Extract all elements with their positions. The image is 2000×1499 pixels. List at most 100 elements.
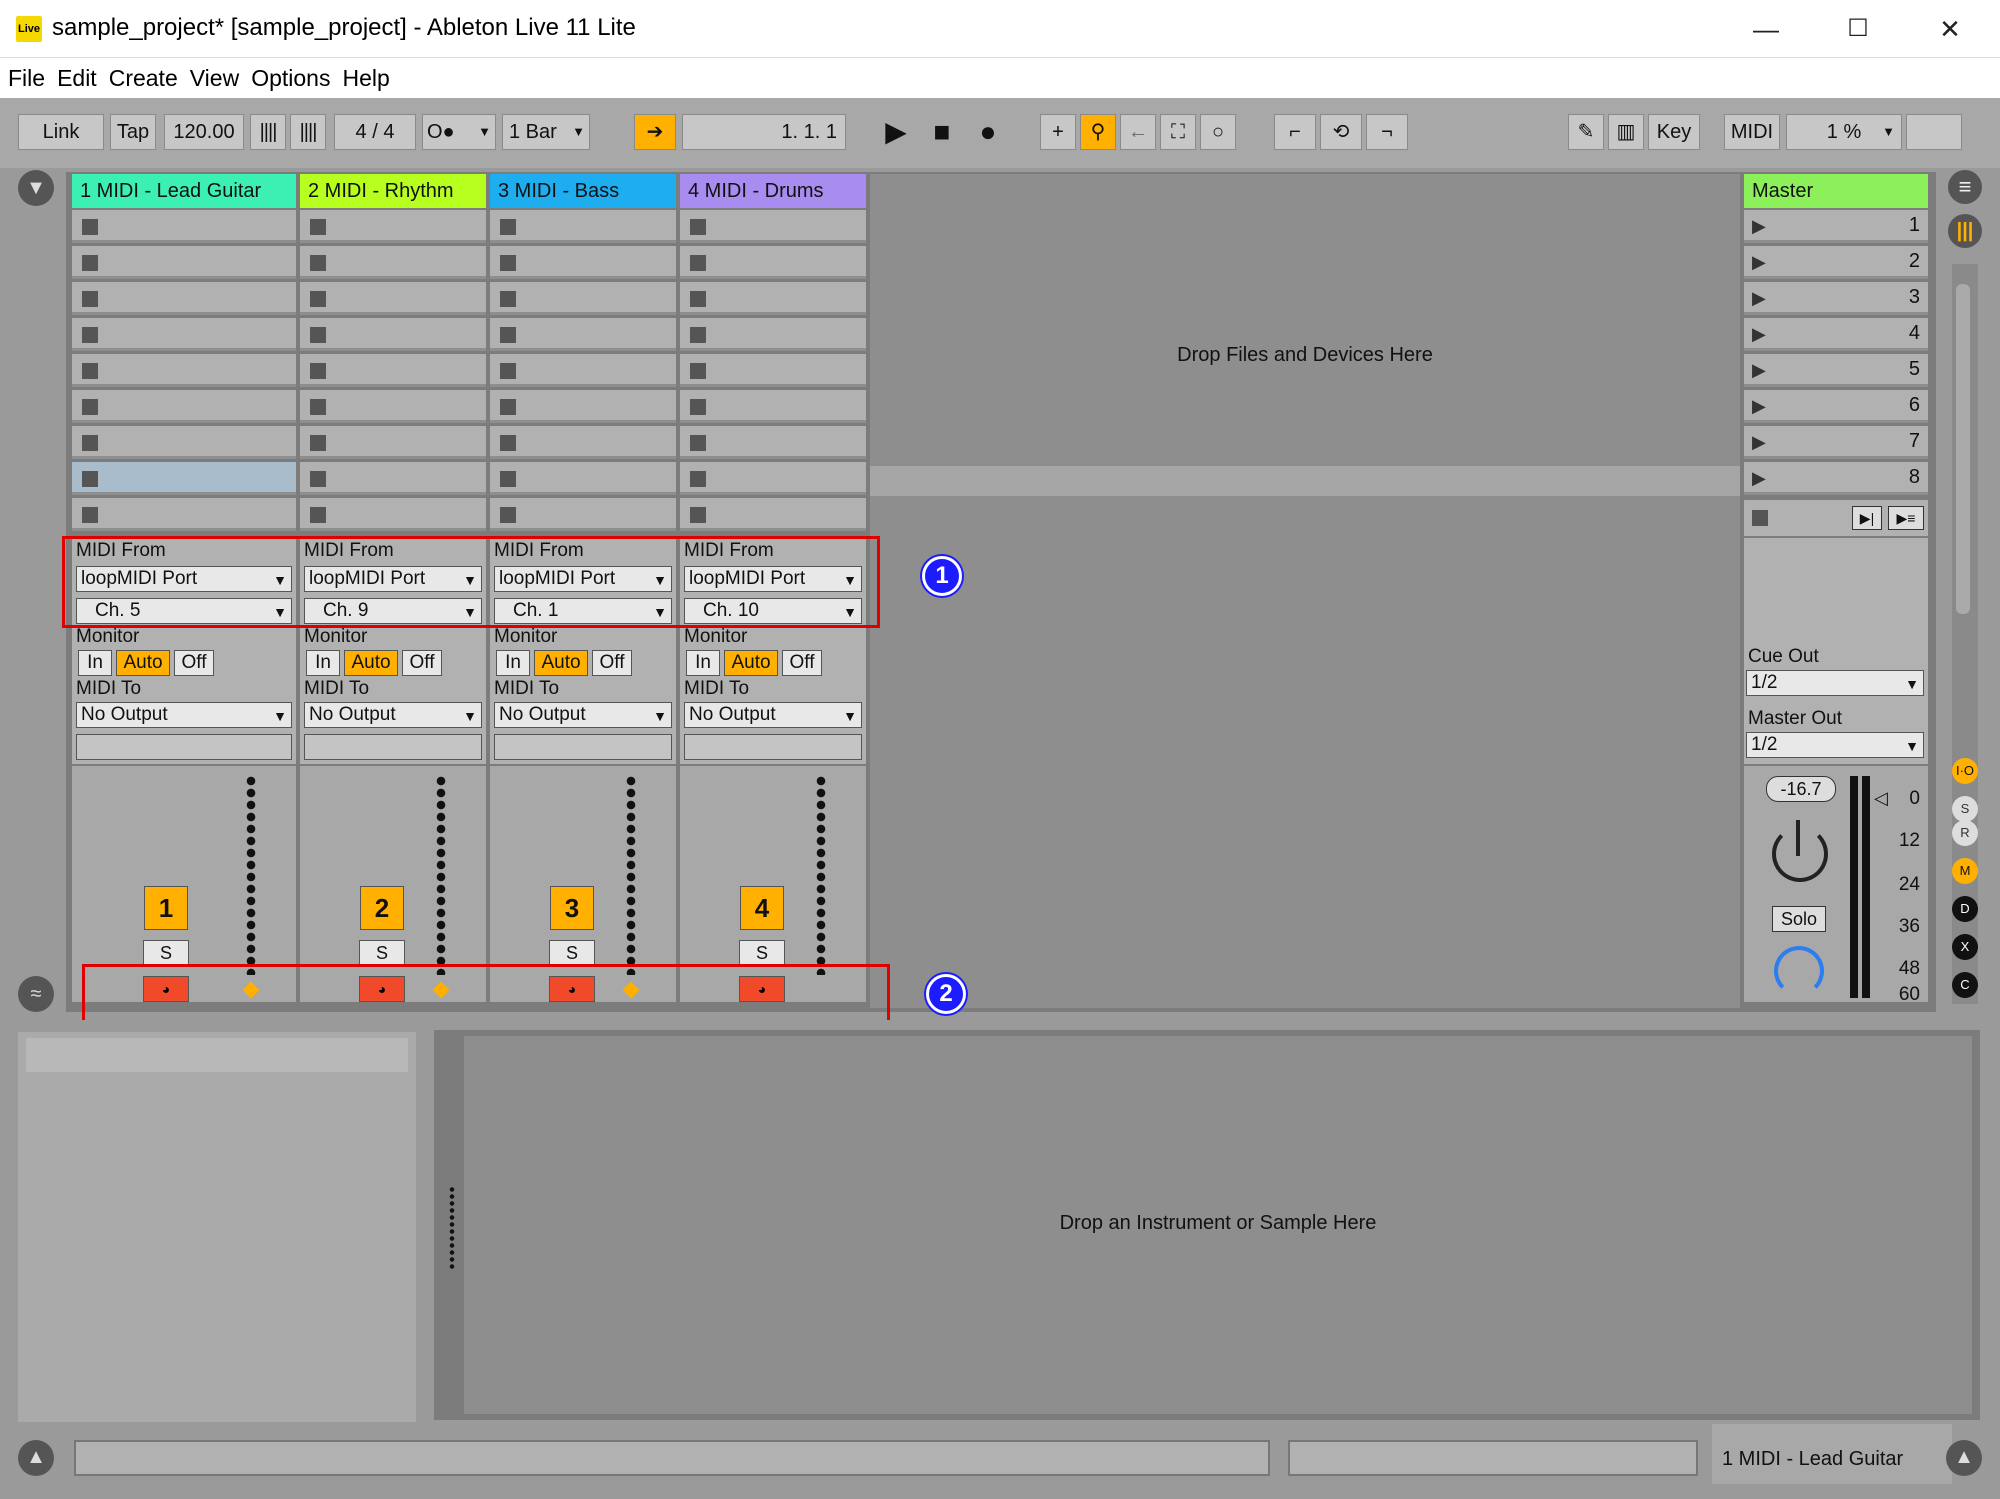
clip-stop-icon[interactable] (82, 219, 98, 235)
scene-play-icon[interactable]: ▶ (1752, 252, 1766, 273)
clip-stop-icon[interactable] (690, 255, 706, 271)
master-solo-button[interactable]: Solo (1772, 906, 1826, 932)
clip-slot[interactable] (72, 282, 296, 315)
minimize-button[interactable]: — (1736, 10, 1796, 48)
clip-slot[interactable] (300, 282, 486, 315)
clip-stop-icon[interactable] (690, 363, 706, 379)
master-pan-knob-icon[interactable] (1772, 826, 1828, 882)
scene-row[interactable]: ▶ 2 (1744, 246, 1928, 279)
track-activator-button[interactable]: 4 (740, 886, 784, 930)
clip-stop-icon[interactable] (690, 327, 706, 343)
scene-play-icon[interactable]: ▶ (1752, 216, 1766, 237)
clip-stop-icon[interactable] (500, 435, 516, 451)
monitor-off-button[interactable]: Off (592, 650, 632, 676)
stop-all-clips-icon[interactable] (1752, 510, 1768, 526)
clip-slot[interactable] (72, 210, 296, 243)
follow-icon[interactable]: ➔ (634, 114, 676, 150)
clip-slot[interactable] (680, 210, 866, 243)
clip-slot[interactable] (300, 210, 486, 243)
scene-list-icon[interactable]: ▶≡ (1888, 506, 1924, 530)
session-view-toggle-icon[interactable]: ▼ (18, 170, 54, 206)
clip-stop-icon[interactable] (310, 327, 326, 343)
overdub-icon[interactable]: + (1040, 114, 1076, 150)
clip-slot[interactable] (300, 426, 486, 459)
mixer-section-toggle-icon[interactable]: M (1952, 858, 1978, 884)
clip-slot[interactable] (490, 318, 676, 351)
scene-row[interactable]: ▶ 7 (1744, 426, 1928, 459)
output-channel-dropdown[interactable] (684, 734, 862, 760)
mixer-section-toggle-icon[interactable]: C (1952, 972, 1978, 998)
track-activator-button[interactable]: 2 (360, 886, 404, 930)
clip-slot[interactable] (490, 246, 676, 279)
menu-help[interactable]: Help (342, 65, 389, 92)
monitor-in-button[interactable]: In (78, 650, 112, 676)
session-drop-area[interactable]: Drop Files and Devices Here (870, 174, 1740, 1008)
master-volume-field[interactable]: -16.7 (1766, 776, 1836, 802)
cue-volume-knob-icon[interactable] (1774, 946, 1824, 996)
clip-stop-icon[interactable] (82, 255, 98, 271)
monitor-auto-button[interactable]: Auto (534, 650, 588, 676)
solo-button[interactable]: S (359, 940, 405, 966)
clip-stop-icon[interactable] (82, 435, 98, 451)
clip-slot[interactable] (680, 354, 866, 387)
clip-slot[interactable] (300, 246, 486, 279)
clip-stop-icon[interactable] (310, 507, 326, 523)
clip-slot[interactable] (490, 282, 676, 315)
detail-toggle-icon[interactable]: ▲ (1946, 1440, 1982, 1476)
clip-stop-icon[interactable] (82, 327, 98, 343)
menu-view[interactable]: View (190, 65, 239, 92)
clip-stop-icon[interactable] (310, 291, 326, 307)
track-header-3[interactable]: 3 MIDI - Bass (490, 174, 676, 208)
clip-stop-icon[interactable] (690, 471, 706, 487)
key-map-button[interactable]: Key (1648, 114, 1700, 150)
mixer-section-toggle-icon[interactable]: X (1952, 934, 1978, 960)
clip-stop-icon[interactable] (500, 507, 516, 523)
clip-slot[interactable] (72, 462, 296, 495)
nudge-up-icon[interactable]: |||| (290, 114, 326, 150)
monitor-in-button[interactable]: In (496, 650, 530, 676)
output-channel-dropdown[interactable] (76, 734, 292, 760)
scene-row[interactable]: ▶ 5 (1744, 354, 1928, 387)
clip-slot[interactable] (72, 498, 296, 531)
menu-options[interactable]: Options (251, 65, 330, 92)
clip-stop-icon[interactable] (82, 471, 98, 487)
quantize-dropdown[interactable]: 1 Bar ▼ (502, 114, 590, 150)
clip-stop-icon[interactable] (500, 255, 516, 271)
clip-stop-icon[interactable] (82, 363, 98, 379)
menu-file[interactable]: File (8, 65, 45, 92)
close-button[interactable]: ✕ (1920, 10, 1980, 48)
clip-stop-icon[interactable] (310, 399, 326, 415)
monitor-in-button[interactable]: In (686, 650, 720, 676)
monitor-off-button[interactable]: Off (174, 650, 214, 676)
browser-toggle-icon[interactable]: ▲ (18, 1440, 54, 1476)
output-channel-dropdown[interactable] (304, 734, 482, 760)
clip-slot[interactable] (300, 498, 486, 531)
cue-out-dropdown[interactable]: 1/2 ▼ (1746, 670, 1924, 696)
clip-slot[interactable] (300, 318, 486, 351)
clip-stop-icon[interactable] (82, 507, 98, 523)
clip-slot[interactable] (300, 354, 486, 387)
resize-handle-icon[interactable] (448, 1186, 456, 1270)
clip-slot[interactable] (490, 210, 676, 243)
clip-stop-icon[interactable] (310, 255, 326, 271)
monitor-off-button[interactable]: Off (402, 650, 442, 676)
clip-stop-icon[interactable] (500, 363, 516, 379)
scene-row[interactable]: ▶ 3 (1744, 282, 1928, 315)
clip-slot[interactable] (680, 390, 866, 423)
track-header-4[interactable]: 4 MIDI - Drums (680, 174, 866, 208)
clip-stop-icon[interactable] (82, 291, 98, 307)
master-track-header[interactable]: Master (1744, 174, 1928, 208)
session-record-icon[interactable]: ○ (1200, 114, 1236, 150)
tempo-field[interactable]: 120.00 (164, 114, 244, 150)
track-header-2[interactable]: 2 MIDI - Rhythm (300, 174, 486, 208)
scene-play-icon[interactable]: ▶ (1752, 396, 1766, 417)
scene-play-icon[interactable]: ▶ (1752, 360, 1766, 381)
midi-to-dropdown[interactable]: No Output ▼ (494, 702, 672, 728)
clip-stop-icon[interactable] (310, 219, 326, 235)
menu-create[interactable]: Create (109, 65, 178, 92)
clip-stop-icon[interactable] (310, 471, 326, 487)
clip-slot[interactable] (72, 426, 296, 459)
clip-slot[interactable] (300, 462, 486, 495)
clip-stop-icon[interactable] (690, 507, 706, 523)
scene-play-icon[interactable]: ▶ (1752, 432, 1766, 453)
